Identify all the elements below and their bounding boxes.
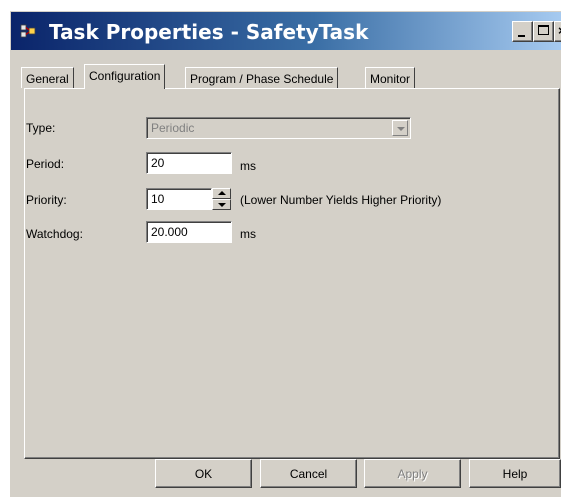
watchdog-label: Watchdog: [26,227,83,241]
minimize-button[interactable] [512,21,533,42]
priority-input[interactable]: 10 [146,188,212,210]
task-properties-window: Task Properties - SafetyTask × General C… [9,10,561,497]
period-unit: ms [240,159,256,173]
ok-button[interactable]: OK [155,459,252,488]
configuration-panel [24,88,560,459]
priority-hint: (Lower Number Yields Higher Priority) [240,193,442,207]
tab-general[interactable]: General [21,67,74,88]
type-label: Type: [26,121,56,135]
priority-increment-button[interactable] [212,188,231,199]
priority-stepper[interactable] [212,188,231,210]
title-bar[interactable]: Task Properties - SafetyTask × [11,12,561,50]
task-icon [20,24,36,38]
arrow-down-icon [218,203,226,207]
cancel-button[interactable]: Cancel [260,459,357,488]
minimize-icon [518,35,525,37]
tab-program-phase-schedule[interactable]: Program / Phase Schedule [185,67,339,88]
type-select[interactable]: Periodic [146,117,411,139]
apply-button[interactable]: Apply [364,459,461,488]
period-input[interactable]: 20 [146,152,232,174]
maximize-icon [538,25,549,35]
chevron-down-icon [397,127,405,131]
dropdown-button[interactable] [392,120,408,136]
watchdog-unit: ms [240,227,256,241]
arrow-up-icon [218,191,226,195]
maximize-button[interactable] [533,21,554,42]
priority-label: Priority: [26,193,67,207]
help-button[interactable]: Help [469,459,561,488]
watchdog-input[interactable]: 20.000 [146,221,232,243]
tab-configuration[interactable]: Configuration [84,64,166,89]
type-select-value: Periodic [151,121,195,135]
close-button[interactable]: × [554,21,561,42]
priority-decrement-button[interactable] [212,199,231,210]
window-title: Task Properties - SafetyTask [49,20,369,44]
period-label: Period: [26,157,65,171]
tab-monitor[interactable]: Monitor [365,67,416,88]
